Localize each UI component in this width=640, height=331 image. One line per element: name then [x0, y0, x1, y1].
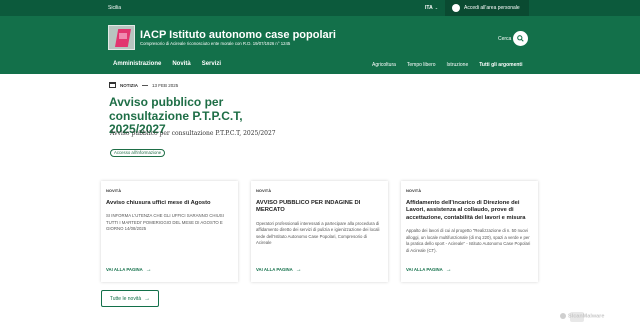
topic-agriculture[interactable]: Agricoltura: [372, 62, 396, 68]
language-selector[interactable]: ITA ⌄: [425, 5, 438, 11]
news-card[interactable]: NOVITÀ AVVISO PUBBLICO PER INDAGINE DI M…: [251, 181, 388, 282]
card-title[interactable]: Avviso chiusura uffici mese di Agosto: [106, 200, 233, 207]
news-card[interactable]: NOVITÀ Affidamento dell'incarico di Dire…: [401, 181, 538, 282]
all-news-button[interactable]: Tutte le novità →: [101, 290, 159, 307]
watermark-logo-icon: [560, 313, 566, 319]
search-button[interactable]: [513, 31, 528, 46]
login-label: Accedi all'area personale: [464, 5, 520, 11]
card-link[interactable]: VAI ALLA PAGINA →: [406, 267, 452, 273]
main-navigation: Amministrazione Novità Servizi Agricoltu…: [0, 58, 640, 74]
article-meta: NOTIZIA 13 FEB 2025: [109, 82, 178, 88]
login-button[interactable]: Accedi all'area personale: [445, 0, 529, 16]
card-kicker: NOVITÀ: [256, 188, 272, 193]
topic-chip[interactable]: Accesso all'informazione: [110, 149, 166, 157]
topic-leisure[interactable]: Tempo libero: [407, 62, 436, 68]
card-title[interactable]: AVVISO PUBBLICO PER INDAGINE DI MERCATO: [256, 200, 383, 215]
nav-item-administration[interactable]: Amministrazione: [113, 61, 161, 67]
watermark: SlcanMalware: [560, 313, 604, 319]
logo-mark-detail: [119, 33, 127, 39]
card-text: SI INFORMA L'UTENZA CHE GLI UFFICI SARAN…: [106, 213, 224, 232]
card-text: Operatori professionali interessati a pa…: [256, 220, 380, 246]
card-link-label: VAI ALLA PAGINA: [106, 267, 143, 272]
article-lead: Avviso pubblico per consultazione P.T.P.…: [110, 130, 276, 137]
arrow-right-icon: →: [144, 295, 151, 302]
search-label[interactable]: Cerca: [498, 36, 511, 42]
arrow-right-icon: →: [145, 267, 152, 273]
search-icon: [517, 35, 524, 42]
card-link-label: VAI ALLA PAGINA: [406, 267, 443, 272]
all-topics-link[interactable]: Tutti gli argomenti: [479, 62, 522, 68]
separator-dash: [142, 84, 148, 86]
nav-item-news[interactable]: Novità: [172, 61, 190, 67]
card-kicker: NOVITÀ: [106, 188, 122, 193]
site-subtitle: Compresorio di Acireale riconosciuto ent…: [140, 41, 291, 46]
nav-item-services[interactable]: Servizi: [202, 61, 221, 67]
card-link[interactable]: VAI ALLA PAGINA →: [256, 267, 302, 273]
language-label: ITA: [425, 5, 433, 11]
arrow-right-icon: →: [295, 267, 302, 273]
card-text: Appalto dei lavori di cui al progetto "R…: [406, 228, 531, 253]
watermark-text: SlcanMalware: [568, 313, 605, 320]
card-link[interactable]: VAI ALLA PAGINA →: [106, 267, 152, 273]
card-kicker: NOVITÀ: [406, 188, 422, 193]
news-cards: NOVITÀ Avviso chiusura uffici mese di Ag…: [101, 181, 538, 282]
user-icon: [452, 4, 460, 12]
news-card[interactable]: NOVITÀ Avviso chiusura uffici mese di Ag…: [101, 181, 238, 282]
topic-education[interactable]: Istruzione: [447, 62, 469, 68]
article-type: NOTIZIA: [120, 82, 138, 88]
region-link[interactable]: Sicilia: [108, 5, 121, 11]
site-logo[interactable]: [108, 25, 135, 50]
chevron-down-icon: ⌄: [434, 5, 439, 10]
site-title[interactable]: IACP Istituto autonomo case popolari: [140, 29, 336, 41]
card-title[interactable]: Affidamento dell'incarico di Direzione d…: [406, 200, 533, 222]
card-link-label: VAI ALLA PAGINA: [256, 267, 293, 272]
calendar-icon: [109, 82, 116, 88]
article-date: 13 FEB 2025: [152, 82, 179, 88]
site-header: IACP Istituto autonomo case popolari Com…: [0, 16, 640, 58]
arrow-right-icon: →: [445, 267, 452, 273]
all-news-label: Tutte le novità: [109, 295, 142, 302]
top-bar: Sicilia ITA ⌄ Accedi all'area personale: [0, 0, 640, 16]
